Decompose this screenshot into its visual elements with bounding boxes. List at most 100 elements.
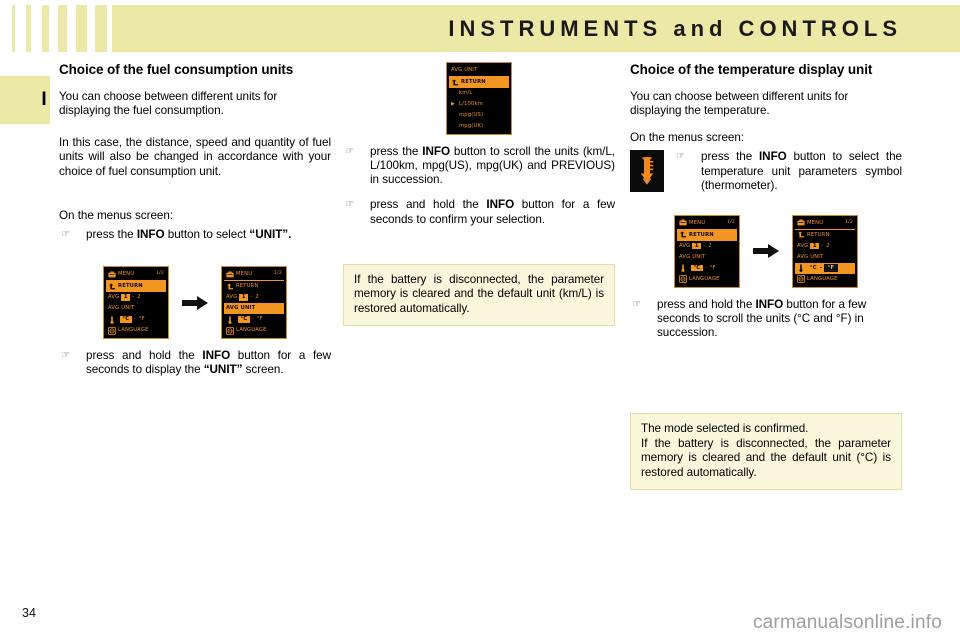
lcd-row-language-label: LANGUAGE <box>236 326 267 333</box>
lcd-row-temp-value-selected: °F <box>824 264 838 273</box>
pointing-hand-icon: ☞ <box>61 350 70 362</box>
right-lcd-screen-after: MENU 1/2 RETURN AVG 1 - 2 AVG UNIT °C - … <box>792 214 858 288</box>
lcd-row-temp-value: °C <box>238 316 250 323</box>
lcd-row-temp: °C - °F <box>224 314 284 325</box>
menu-icon <box>797 219 805 227</box>
lcd-row-avg: AVG 1 - 2 <box>795 241 855 252</box>
lcd-row-avg: AVG 1 - 2 <box>677 241 737 252</box>
lcd-row-language-label: LANGUAGE <box>807 275 838 282</box>
lcd-row-return: RETURN <box>224 281 284 292</box>
left-bullet-2-text-before: press and hold the <box>86 349 203 363</box>
middle-bullet-1-text-before: press the <box>370 145 423 158</box>
lcd-row-temp-alt: °F <box>709 264 716 271</box>
pointing-hand-icon: ☞ <box>345 146 354 157</box>
lcd-title-row: MENU 1/2 <box>106 269 166 282</box>
thermometer-icon <box>640 157 654 186</box>
lcd-row-temp: °C - °F <box>795 262 855 274</box>
lcd-row-avg-unit-label: AVG UNIT <box>226 304 256 311</box>
globe-icon <box>679 275 687 284</box>
lcd-row-avg-label: AVG <box>679 242 691 249</box>
lcd-row-language: LANGUAGE <box>106 325 166 336</box>
right-paragraph-1: You can choose between different units f… <box>630 89 849 118</box>
lcd-row-avg-unit: AVG UNIT <box>106 303 166 314</box>
left-bullet-2-bold-info: INFO <box>202 349 231 363</box>
lcd-row-avg-unit: AVG UNIT <box>224 303 284 315</box>
lcd-row-avg-alt: 2 <box>826 242 830 249</box>
return-arrow-icon <box>797 231 805 239</box>
right-bullet-2-text-before: press and hold the <box>657 297 756 311</box>
header-stripe-4 <box>58 5 67 52</box>
left-paragraph-1: You can choose between different units f… <box>59 89 278 118</box>
globe-icon <box>226 326 234 335</box>
middle-bullet-2-text-before: press and hold the <box>370 198 487 212</box>
lcd-row-avg-sep: - <box>703 242 706 249</box>
left-bullet-1-text-mid: button to select <box>164 227 250 241</box>
lcd-row-temp: °C - °F <box>677 263 737 274</box>
globe-icon <box>797 275 805 284</box>
lcd-page-indicator: 1/2 <box>274 271 282 277</box>
right-column: Choice of the temperature display unit Y… <box>630 62 902 491</box>
lcd-row-avg-sep: - <box>250 293 253 300</box>
lcd-row-language: LANGUAGE <box>224 325 284 336</box>
chapter-tab-letter: I <box>41 89 47 110</box>
lcd-row-avg-sep: - <box>132 293 135 300</box>
lcd-row-avg-value: 1 <box>810 243 820 250</box>
middle-note-box: If the battery is disconnected, the para… <box>343 263 615 327</box>
return-arrow-icon <box>679 231 687 239</box>
lcd-row-return-label: RETURN <box>236 282 259 289</box>
right-bullet-1: ☞ press the INFO button to select the tem… <box>674 150 902 192</box>
transition-arrow-icon <box>752 242 780 260</box>
return-arrow-icon <box>451 78 459 87</box>
lcd-row-temp-alt: °F <box>138 315 145 322</box>
return-arrow-icon <box>108 282 116 291</box>
right-screens-row: MENU 1/2 RETURN AVG 1 - 2 AVG UNIT °C - … <box>630 214 902 288</box>
lcd-row-avg-sep: - <box>821 242 824 249</box>
right-bullet-2: ☞ press and hold the INFO button for a fe… <box>630 298 902 340</box>
lcd-row-avg-value: 1 <box>121 294 131 301</box>
thermometer-icon <box>679 264 687 273</box>
middle-lcd-avg-unit-screen: AVG UNIT RETURN km/L ▶ L/100km mpg(US) m… <box>446 62 512 135</box>
site-watermark: carmanualsonline.info <box>752 612 942 633</box>
left-bullet-2: ☞ press and hold the INFO button for a fe… <box>59 349 331 377</box>
lcd-title-label: MENU <box>807 219 824 226</box>
left-bullet-1-text-before: press the <box>86 227 137 241</box>
return-arrow-icon <box>226 282 234 291</box>
lcd-row-temp: °C - °F <box>106 314 166 325</box>
lcd-row-avg-value: 1 <box>239 294 249 301</box>
lcd-title-row: MENU 1/2 <box>795 218 855 230</box>
lcd-title-row: MENU 1/2 <box>224 269 284 282</box>
middle-column: AVG UNIT RETURN km/L ▶ L/100km mpg(US) m… <box>343 62 615 327</box>
globe-icon <box>108 326 116 335</box>
lcd-row-avg: AVG 1 - 2 <box>224 292 284 303</box>
lcd-row-l100km-label: L/100km <box>459 100 483 107</box>
lcd-row-avg-value: 1 <box>692 243 702 250</box>
lcd-title-row: MENU 1/2 <box>677 218 737 230</box>
left-lcd-screen-before: MENU 1/2 RETURN AVG 1 - 2 AVG UNIT °C - … <box>103 266 169 340</box>
lcd-row-avg-unit: AVG UNIT <box>677 252 737 263</box>
pointing-hand-icon: ☞ <box>345 199 354 211</box>
lcd-row-temp-sep: - <box>819 264 823 271</box>
lcd-row-avg-label: AVG <box>797 242 809 249</box>
lcd-row-return-label: RETURN <box>118 282 143 289</box>
menu-icon <box>108 270 116 279</box>
right-note-line-2: If the battery is disconnected, the para… <box>641 436 891 479</box>
lcd-row-avg-unit-label: AVG UNIT <box>797 253 824 260</box>
middle-bullet-2: ☞ press and hold the INFO button for a fe… <box>343 198 615 226</box>
left-screens-row: MENU 1/2 RETURN AVG 1 - 2 AVG UNIT °C - … <box>59 266 331 340</box>
middle-bullet-1: ☞ press the INFO button to scroll the uni… <box>343 145 615 187</box>
left-bullet-2-text-after: screen. <box>242 363 284 377</box>
lcd-row-temp-value-plain: °C <box>810 264 817 271</box>
left-lcd-screen-after: MENU 1/2 RETURN AVG 1 - 2 AVG UNIT °C - … <box>221 266 287 340</box>
left-bullet-1: ☞ press the INFO button to select “UNIT”. <box>59 228 331 242</box>
lcd-page-indicator: 1/2 <box>845 220 853 226</box>
middle-screen-row: AVG UNIT RETURN km/L ▶ L/100km mpg(US) m… <box>343 62 615 135</box>
header-stripe-1 <box>12 5 15 52</box>
left-paragraph-2: In this case, the distance, speed and qu… <box>59 136 331 178</box>
left-column: Choice of the fuel consumption units You… <box>59 62 331 388</box>
lcd-row-avg-alt: 2 <box>255 293 259 300</box>
thermometer-symbol-tile <box>630 150 664 193</box>
left-bullet-2-bold-unit: “UNIT” <box>203 363 243 377</box>
right-bullet-1-text-before: press the <box>701 150 759 164</box>
lcd-row-mpguk: mpg(UK) <box>449 121 509 132</box>
lcd-row-return-label: RETURN <box>807 231 830 238</box>
